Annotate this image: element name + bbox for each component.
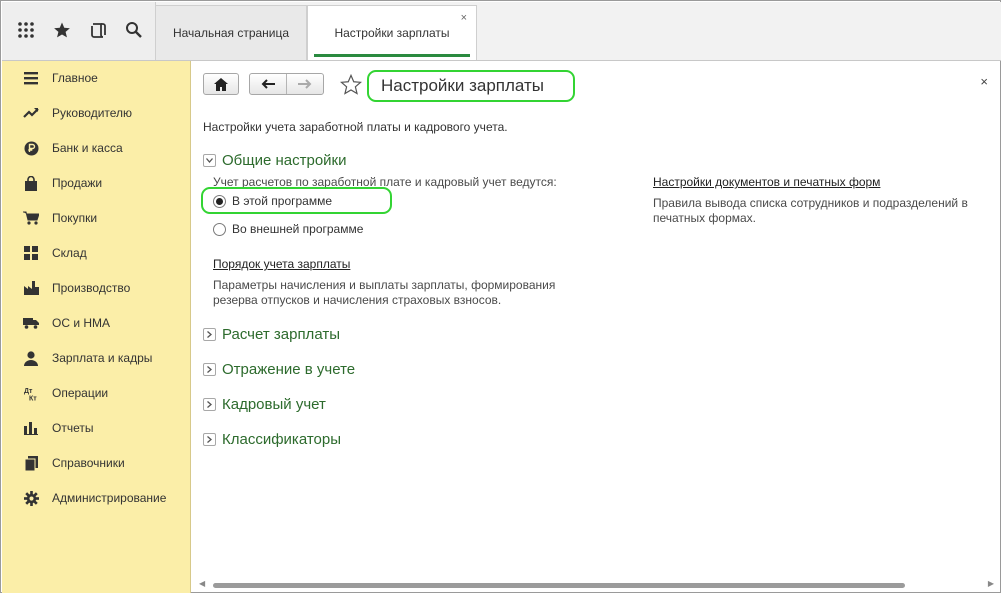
sidebar-item-label: Главное bbox=[52, 71, 98, 85]
operations-dtkt-icon: Дт Кт bbox=[22, 384, 40, 402]
sidebar-item-sales[interactable]: Продажи bbox=[2, 168, 190, 198]
scroll-right-arrow-icon[interactable]: ▶ bbox=[988, 579, 994, 588]
sidebar-item-label: Администрирование bbox=[52, 491, 167, 505]
shopping-bag-icon bbox=[22, 174, 40, 192]
menu-lines-icon bbox=[22, 69, 40, 87]
sidebar-item-label: Банк и касса bbox=[52, 141, 123, 155]
arrow-left-icon bbox=[261, 79, 275, 89]
scroll-left-arrow-icon[interactable]: ◀ bbox=[199, 579, 205, 588]
chevron-right-icon[interactable] bbox=[203, 362, 216, 376]
chevron-right-icon[interactable] bbox=[203, 327, 216, 341]
page-title: Настройки зарплаты bbox=[381, 76, 544, 95]
tab-label: Настройки зарплаты bbox=[334, 26, 450, 40]
sidebar-item-label: Продажи bbox=[52, 176, 103, 190]
svg-text:Дт: Дт bbox=[24, 388, 33, 395]
back-button[interactable] bbox=[250, 74, 287, 94]
sidebar-item-directories[interactable]: Справочники bbox=[2, 448, 190, 478]
home-icon bbox=[214, 77, 228, 91]
radio-selected-icon[interactable] bbox=[213, 194, 226, 208]
group-title: Классификаторы bbox=[222, 430, 342, 448]
scrollbar-thumb[interactable] bbox=[213, 583, 905, 588]
radio-label: Во внешней программе bbox=[232, 222, 364, 236]
page-description: Настройки учета заработной платы и кадро… bbox=[203, 120, 508, 134]
books-icon bbox=[22, 454, 40, 472]
documents-desc-line1: Правила вывода списка сотрудников и подр… bbox=[653, 196, 968, 210]
documents-desc-line2: печатных формах. bbox=[653, 211, 756, 225]
sidebar-item-main[interactable]: Главное bbox=[2, 63, 190, 93]
sidebar-item-operations[interactable]: Дт Кт Операции bbox=[2, 378, 190, 408]
group-classifiers[interactable]: Классификаторы bbox=[203, 430, 341, 448]
salary-accounting-desc-line1: Параметры начисления и выплаты зарплаты,… bbox=[213, 278, 556, 292]
group-salary-calc[interactable]: Расчет зарплаты bbox=[203, 325, 340, 343]
radio-unselected-icon[interactable] bbox=[213, 222, 226, 236]
chevron-right-icon[interactable] bbox=[203, 432, 216, 446]
sidebar-item-salary-hr[interactable]: Зарплата и кадры bbox=[2, 343, 190, 373]
forward-button[interactable] bbox=[287, 74, 323, 94]
active-tab-underline bbox=[314, 54, 470, 57]
close-form-icon[interactable]: × bbox=[980, 74, 988, 89]
group-title: Общие настройки bbox=[222, 151, 347, 169]
app-window: Начальная страница Настройки зарплаты × … bbox=[0, 0, 1001, 593]
group-hr[interactable]: Кадровый учет bbox=[203, 395, 326, 413]
warehouse-grid-icon bbox=[22, 244, 40, 262]
sidebar-item-label: Производство bbox=[52, 281, 131, 295]
sidebar: Главное Руководителю Банк и касса Продаж… bbox=[2, 61, 191, 593]
cart-icon bbox=[22, 209, 40, 227]
tab-salary-settings[interactable]: Настройки зарплаты × bbox=[307, 5, 477, 60]
main-content: Настройки зарплаты × Настройки учета зар… bbox=[191, 61, 1001, 593]
ruble-coin-icon bbox=[22, 139, 40, 157]
sidebar-item-label: ОС и НМА bbox=[52, 316, 111, 330]
horizontal-scrollbar[interactable]: ◀ ▶ bbox=[199, 579, 994, 591]
favorites-star-icon[interactable] bbox=[50, 18, 74, 42]
chevron-right-icon[interactable] bbox=[203, 397, 216, 411]
favorite-star-icon[interactable] bbox=[339, 73, 363, 98]
person-icon bbox=[22, 349, 40, 367]
radio-label: В этой программе bbox=[232, 194, 333, 208]
radio-external-program[interactable]: Во внешней программе bbox=[213, 220, 363, 238]
sidebar-item-assets[interactable]: ОС и НМА bbox=[2, 308, 190, 338]
sidebar-item-manager[interactable]: Руководителю bbox=[2, 98, 190, 128]
sidebar-item-label: Операции bbox=[52, 386, 109, 400]
sidebar-item-label: Покупки bbox=[52, 211, 98, 225]
top-bar: Начальная страница Настройки зарплаты × bbox=[2, 2, 1001, 61]
chevron-down-icon[interactable] bbox=[203, 153, 216, 167]
tab-close-icon[interactable]: × bbox=[461, 12, 467, 24]
tab-label: Начальная страница bbox=[172, 26, 290, 40]
sidebar-item-label: Руководителю bbox=[52, 106, 133, 120]
tab-home-page[interactable]: Начальная страница bbox=[155, 5, 307, 60]
sidebar-item-label: Зарплата и кадры bbox=[52, 351, 153, 365]
sidebar-item-purchases[interactable]: Покупки bbox=[2, 203, 190, 233]
history-icon[interactable] bbox=[86, 18, 110, 42]
search-icon[interactable] bbox=[122, 18, 146, 42]
trend-chart-icon bbox=[22, 104, 40, 122]
group-title: Расчет зарплаты bbox=[222, 325, 340, 343]
sidebar-item-label: Справочники bbox=[52, 456, 125, 470]
group-title: Отражение в учете bbox=[222, 360, 356, 378]
arrow-right-icon bbox=[298, 79, 312, 89]
sidebar-item-label: Отчеты bbox=[52, 421, 94, 435]
gear-icon bbox=[22, 489, 40, 507]
sidebar-item-warehouse[interactable]: Склад bbox=[2, 238, 190, 268]
sidebar-item-label: Склад bbox=[52, 246, 87, 260]
quick-icons-panel bbox=[2, 2, 156, 60]
sidebar-item-reports[interactable]: Отчеты bbox=[2, 413, 190, 443]
salary-accounting-order-link[interactable]: Порядок учета зарплаты bbox=[213, 257, 350, 271]
group-title: Кадровый учет bbox=[222, 395, 326, 413]
factory-icon bbox=[22, 279, 40, 297]
group-accounting-reflection[interactable]: Отражение в учете bbox=[203, 360, 355, 378]
group-general-settings[interactable]: Общие настройки bbox=[203, 151, 347, 169]
sidebar-item-bank-cash[interactable]: Банк и касса bbox=[2, 133, 190, 163]
home-button[interactable] bbox=[203, 73, 239, 95]
sidebar-item-production[interactable]: Производство bbox=[2, 273, 190, 303]
salary-accounting-desc-line2: резерва отпусков и начисления страховых … bbox=[213, 293, 502, 307]
sidebar-item-administration[interactable]: Администрирование bbox=[2, 483, 190, 513]
nav-buttons-group bbox=[249, 73, 324, 95]
svg-text:Кт: Кт bbox=[29, 395, 37, 401]
truck-icon bbox=[22, 314, 40, 332]
apps-grid-icon[interactable] bbox=[14, 18, 38, 42]
radio-this-program[interactable]: В этой программе bbox=[213, 192, 332, 210]
documents-print-forms-link[interactable]: Настройки документов и печатных форм bbox=[653, 175, 880, 189]
bar-chart-icon bbox=[22, 419, 40, 437]
